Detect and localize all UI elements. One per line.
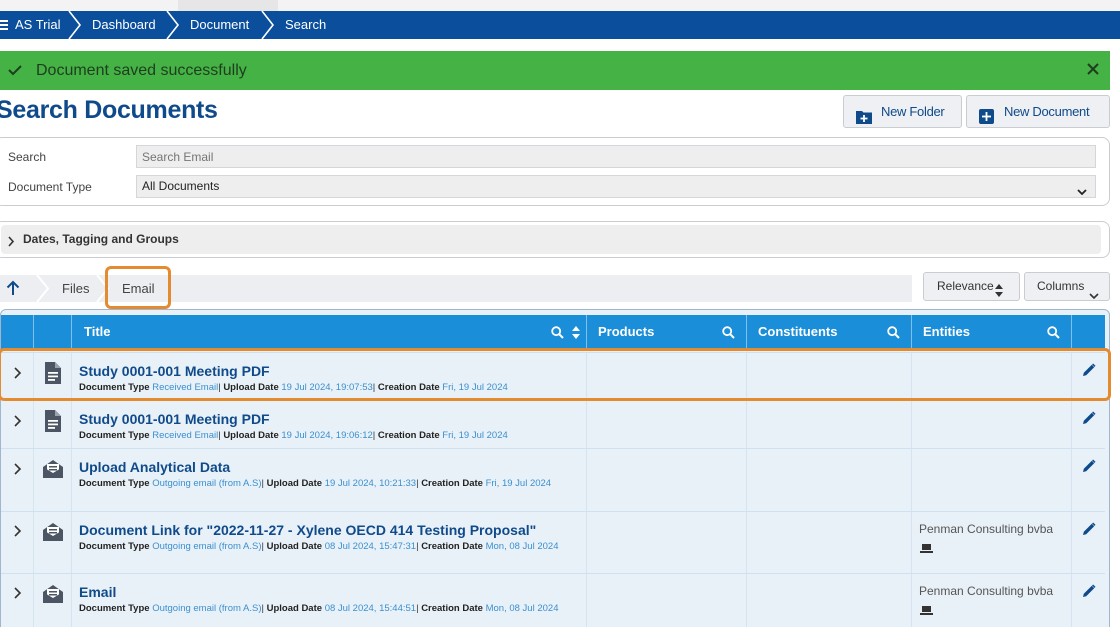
document-title-link[interactable]: Study 0001-001 Meeting PDF xyxy=(79,411,270,427)
column-header-products[interactable]: Products xyxy=(598,315,654,349)
filters-label: Dates, Tagging and Groups xyxy=(23,232,179,246)
laptop-icon xyxy=(920,541,933,553)
path-separator-icon xyxy=(36,274,50,303)
expand-row-icon[interactable] xyxy=(13,414,22,427)
search-icon[interactable] xyxy=(1047,326,1060,339)
plus-square-icon xyxy=(979,104,995,124)
new-folder-label: New Folder xyxy=(881,104,945,119)
document-meta: Document Type Received Email| Upload Dat… xyxy=(79,430,508,441)
document-icon xyxy=(41,409,65,433)
success-alert: Document saved successfully xyxy=(0,51,1110,90)
breadcrumb-separator-icon xyxy=(166,11,180,39)
column-header-entities[interactable]: Entities xyxy=(923,315,970,349)
entity-name: Penman Consulting bvba xyxy=(919,584,1054,598)
sort-icon xyxy=(995,280,1003,297)
document-meta: Document Type Outgoing email (from A.S)|… xyxy=(79,603,559,614)
column-header-constituents[interactable]: Constituents xyxy=(758,315,837,349)
laptop-icon xyxy=(920,603,933,615)
document-title-link[interactable]: Upload Analytical Data xyxy=(79,459,230,475)
chevron-down-icon xyxy=(1077,182,1087,196)
breadcrumb-item-document[interactable]: Document xyxy=(190,11,249,39)
table-row[interactable]: Upload Analytical Data Document Type Out… xyxy=(1,448,1105,512)
entity-name: Penman Consulting bvba xyxy=(919,522,1054,536)
columns-button[interactable]: Columns xyxy=(1024,272,1110,301)
document-title-link[interactable]: Document Link for "2022-11-27 - Xylene O… xyxy=(79,522,536,538)
table-row[interactable]: Email Document Type Outgoing email (from… xyxy=(1,573,1105,627)
chevron-right-icon xyxy=(7,234,15,247)
table-row[interactable]: Document Link for "2022-11-27 - Xylene O… xyxy=(1,511,1105,574)
new-document-button[interactable]: New Document xyxy=(966,95,1110,128)
document-meta: Document Type Outgoing email (from A.S)|… xyxy=(79,541,559,552)
document-type-value: All Documents xyxy=(142,179,220,193)
search-label: Search xyxy=(8,150,47,164)
folder-plus-icon xyxy=(856,104,872,124)
menu-icon[interactable] xyxy=(0,20,8,30)
sort-icon[interactable] xyxy=(572,326,580,339)
table-header: Title Products Constituents Entities xyxy=(1,315,1105,349)
breadcrumb-item-as-trial[interactable]: AS Trial xyxy=(15,11,61,39)
breadcrumb-separator-icon xyxy=(68,11,82,39)
relevance-label: Relevance xyxy=(937,279,994,293)
filters-panel: Dates, Tagging and Groups xyxy=(0,221,1110,258)
search-icon[interactable] xyxy=(551,326,564,339)
email-open-icon xyxy=(41,582,65,606)
email-open-icon xyxy=(41,520,65,544)
columns-label: Columns xyxy=(1037,279,1085,293)
edit-icon[interactable] xyxy=(1082,584,1096,598)
expand-row-icon[interactable] xyxy=(13,462,22,475)
alert-message: Document saved successfully xyxy=(36,62,247,79)
breadcrumb-separator-icon xyxy=(261,11,275,39)
document-meta: Document Type Outgoing email (from A.S)|… xyxy=(79,478,552,489)
relevance-sort-button[interactable]: Relevance xyxy=(923,272,1020,301)
path-item-files[interactable]: Files xyxy=(62,275,89,302)
browser-top-strip xyxy=(0,0,1120,11)
chevron-down-icon xyxy=(1089,283,1099,300)
page-title: Search Documents xyxy=(0,96,218,124)
arrow-up-icon[interactable] xyxy=(6,280,20,296)
edit-icon[interactable] xyxy=(1082,459,1096,473)
edit-icon[interactable] xyxy=(1082,522,1096,536)
filters-toggle[interactable]: Dates, Tagging and Groups xyxy=(1,225,1101,254)
column-header-title[interactable]: Title xyxy=(84,315,111,349)
document-title-link[interactable]: Email xyxy=(79,584,116,600)
search-input[interactable] xyxy=(136,145,1096,168)
expand-row-icon[interactable] xyxy=(13,586,22,599)
email-highlight-box xyxy=(105,266,171,309)
table-row[interactable]: Study 0001-001 Meeting PDF Document Type… xyxy=(1,400,1105,449)
new-document-label: New Document xyxy=(1004,104,1090,119)
close-icon[interactable] xyxy=(1086,62,1100,76)
row-highlight-box xyxy=(0,348,1111,401)
document-type-label: Document Type xyxy=(8,180,92,194)
breadcrumb: AS Trial Dashboard Document Search xyxy=(0,11,1120,39)
search-icon[interactable] xyxy=(887,326,900,339)
check-icon xyxy=(6,61,24,79)
breadcrumb-item-search: Search xyxy=(285,17,327,32)
top-tab xyxy=(178,0,278,11)
email-open-icon xyxy=(41,457,65,481)
edit-icon[interactable] xyxy=(1082,411,1096,425)
breadcrumb-item-dashboard[interactable]: Dashboard xyxy=(92,11,156,39)
new-folder-button[interactable]: New Folder xyxy=(843,95,962,128)
search-icon[interactable] xyxy=(722,326,735,339)
expand-row-icon[interactable] xyxy=(13,524,22,537)
document-type-select[interactable]: All Documents xyxy=(136,175,1096,198)
